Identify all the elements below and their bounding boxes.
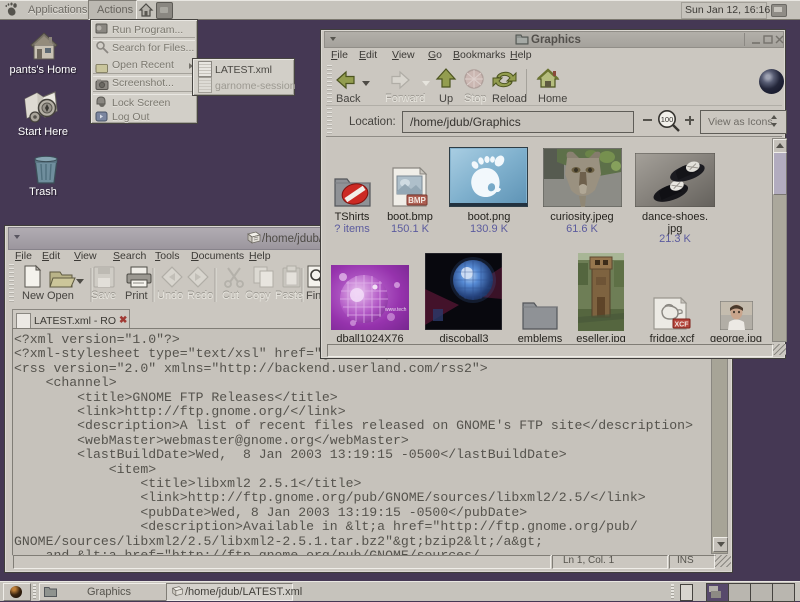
svg-text:BMP: BMP — [408, 196, 426, 205]
svg-text:100: 100 — [661, 115, 674, 124]
svg-text:www.tech: www.tech — [385, 307, 407, 313]
svg-text:XCF: XCF — [675, 322, 690, 329]
